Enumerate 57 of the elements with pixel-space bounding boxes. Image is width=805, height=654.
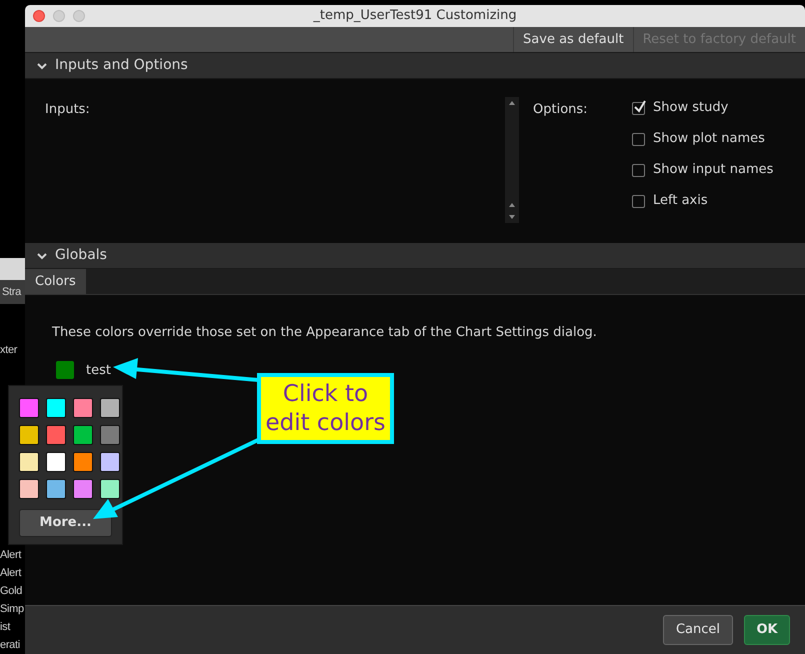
dialog-button[interactable]: Cancel <box>663 615 733 645</box>
close-button[interactable] <box>33 10 45 22</box>
list-item[interactable]: Alert <box>0 546 25 564</box>
color-swatch[interactable] <box>46 425 66 445</box>
color-swatch[interactable] <box>73 398 93 418</box>
color-swatch[interactable] <box>19 479 39 499</box>
list-item[interactable]: Gold <box>0 582 25 600</box>
list-item[interactable]: Alert <box>0 564 25 582</box>
options-label: Options: <box>533 101 589 119</box>
tab[interactable]: Colors <box>25 269 86 294</box>
list-item[interactable]: erati <box>0 636 25 654</box>
checkbox-label: Show plot names <box>653 130 765 148</box>
checkbox[interactable] <box>632 132 645 146</box>
color-swatch[interactable] <box>100 425 120 445</box>
color-swatch[interactable] <box>73 479 93 499</box>
chevron-icon <box>37 60 47 70</box>
color-swatch[interactable] <box>46 398 66 418</box>
chevron-icon <box>37 250 47 260</box>
dialog-button[interactable]: OK <box>744 615 790 645</box>
checkbox[interactable] <box>632 102 645 114</box>
color-swatch[interactable] <box>19 398 39 418</box>
color-label: test <box>86 362 111 380</box>
color-swatch[interactable] <box>100 398 120 418</box>
list-item[interactable]: ist <box>0 618 25 636</box>
color-swatch[interactable] <box>73 425 93 445</box>
window-title: _temp_UserTest91 Customizing <box>312 7 518 26</box>
color-swatch[interactable] <box>100 452 120 472</box>
section-header[interactable]: Globals <box>25 243 805 269</box>
checkbox-label: Show input names <box>653 161 774 180</box>
list-item[interactable]: xter <box>0 340 25 360</box>
color-swatch[interactable] <box>100 479 120 499</box>
checkbox-label: Left axis <box>653 192 708 210</box>
checkbox-label: Show study <box>653 99 728 118</box>
scroll-up-icon[interactable] <box>509 101 515 105</box>
callout-box: Click to edit colors <box>257 373 394 444</box>
section-header[interactable]: Inputs and Options <box>25 53 805 79</box>
description-text: These colors override those set on the Appearance tab of the Chart Settings dialog. <box>52 324 598 342</box>
scroll-down-icon[interactable] <box>509 215 515 219</box>
section-title: Globals <box>55 246 107 265</box>
checkbox[interactable] <box>632 164 645 176</box>
more-button[interactable]: More... <box>19 509 112 537</box>
inputs-label: Inputs: <box>45 101 91 119</box>
color-swatch[interactable] <box>19 452 39 472</box>
checkbox[interactable] <box>632 194 645 208</box>
color-swatch[interactable] <box>46 452 66 472</box>
color-swatch[interactable] <box>73 452 93 472</box>
list-item[interactable]: Simp <box>0 600 25 618</box>
scroll-up-icon[interactable] <box>509 203 515 207</box>
checkmark-icon <box>633 100 647 114</box>
color-swatch[interactable] <box>56 361 74 380</box>
color-swatch[interactable] <box>19 425 39 445</box>
scrollbar[interactable] <box>505 97 519 223</box>
section-title: Inputs and Options <box>55 56 188 75</box>
background-tab[interactable]: Stra <box>0 280 25 304</box>
toolbar-button[interactable]: Save as default <box>513 27 633 52</box>
window-bar <box>0 258 25 280</box>
color-swatch[interactable] <box>46 479 66 499</box>
